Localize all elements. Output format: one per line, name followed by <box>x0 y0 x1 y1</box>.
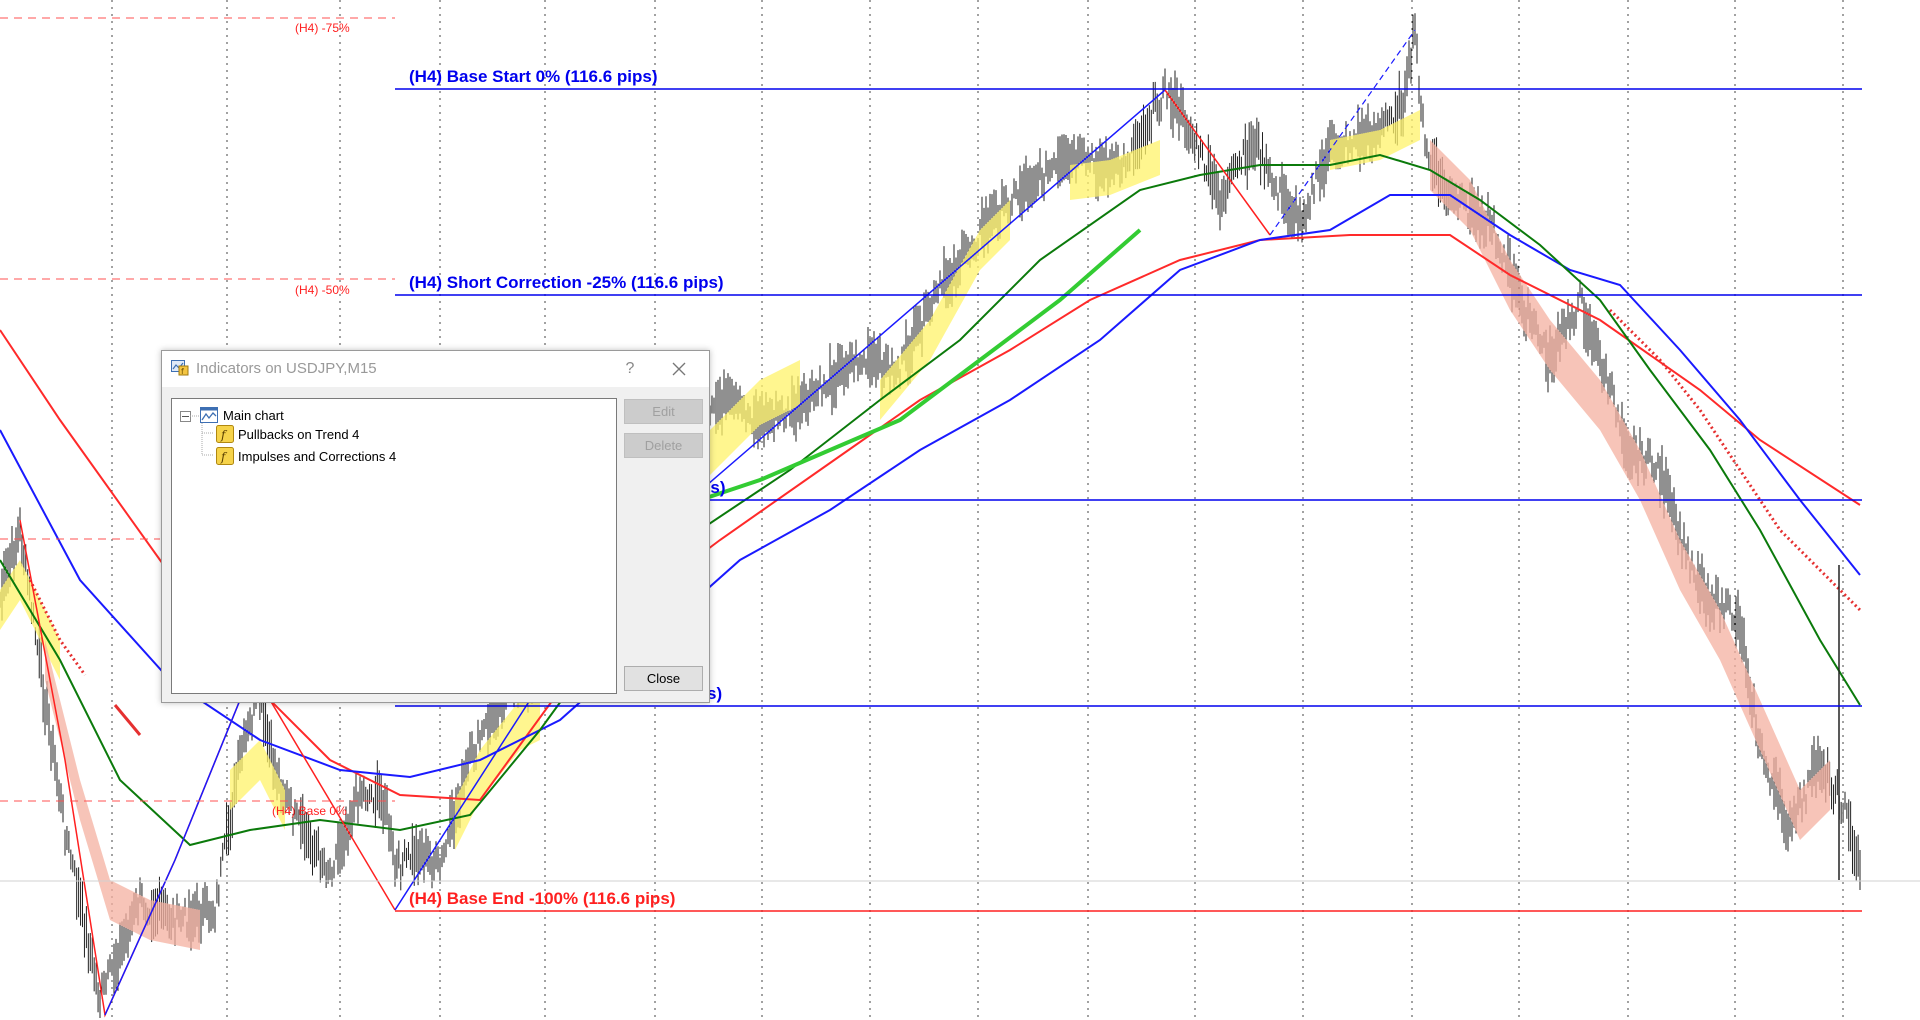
short-correction-label: (H4) Short Correction -25% (116.6 pips) <box>409 273 724 292</box>
base-end-label: (H4) Base End -100% (116.6 pips) <box>409 889 676 908</box>
edit-button[interactable]: Edit <box>624 399 703 424</box>
indicator-tree[interactable]: Main chart f Pullbacks on Trend 4 f Impu… <box>171 398 617 694</box>
custom-indicator-icon: f <box>216 425 234 443</box>
close-button[interactable]: Close <box>624 666 703 691</box>
main-chart-label: Main chart <box>223 407 284 423</box>
zigzag-impulse <box>104 699 241 1016</box>
custom-indicator-icon: f <box>216 447 234 465</box>
chart-window-icon <box>200 407 218 423</box>
tree-item-main-chart[interactable]: Main chart <box>200 405 284 425</box>
pullbacks-label: Pullbacks on Trend 4 <box>238 426 360 442</box>
help-button[interactable]: ? <box>617 357 643 381</box>
h4-neg75-label: (H4) -75% <box>295 21 350 35</box>
svg-text:f: f <box>181 367 184 376</box>
correction-band <box>1430 140 1830 840</box>
indicators-app-icon: f <box>171 360 189 376</box>
close-icon[interactable] <box>665 357 693 381</box>
dialog-titlebar[interactable]: f Indicators on USDJPY,M15 ? <box>162 351 709 387</box>
tree-item-pullbacks[interactable]: f Pullbacks on Trend 4 <box>216 424 359 444</box>
delete-button[interactable]: Delete <box>624 433 703 458</box>
pullback-band <box>700 360 800 485</box>
h4-neg50-label: (H4) -50% <box>295 283 350 297</box>
indicators-dialog[interactable]: f Indicators on USDJPY,M15 ? Main chart <box>161 350 710 703</box>
dialog-title: Indicators on USDJPY,M15 <box>196 360 377 377</box>
impulses-label: Impulses and Corrections 4 <box>238 448 397 464</box>
pullback-band <box>1330 110 1420 170</box>
ma-red-dotted <box>113 704 142 736</box>
base-start-label: (H4) Base Start 0% (116.6 pips) <box>409 67 658 86</box>
tree-item-impulses[interactable]: f Impulses and Corrections 4 <box>216 446 396 466</box>
h4-base-label: (H4) Base 0% <box>272 804 347 818</box>
zigzag-correction <box>1164 89 1271 236</box>
